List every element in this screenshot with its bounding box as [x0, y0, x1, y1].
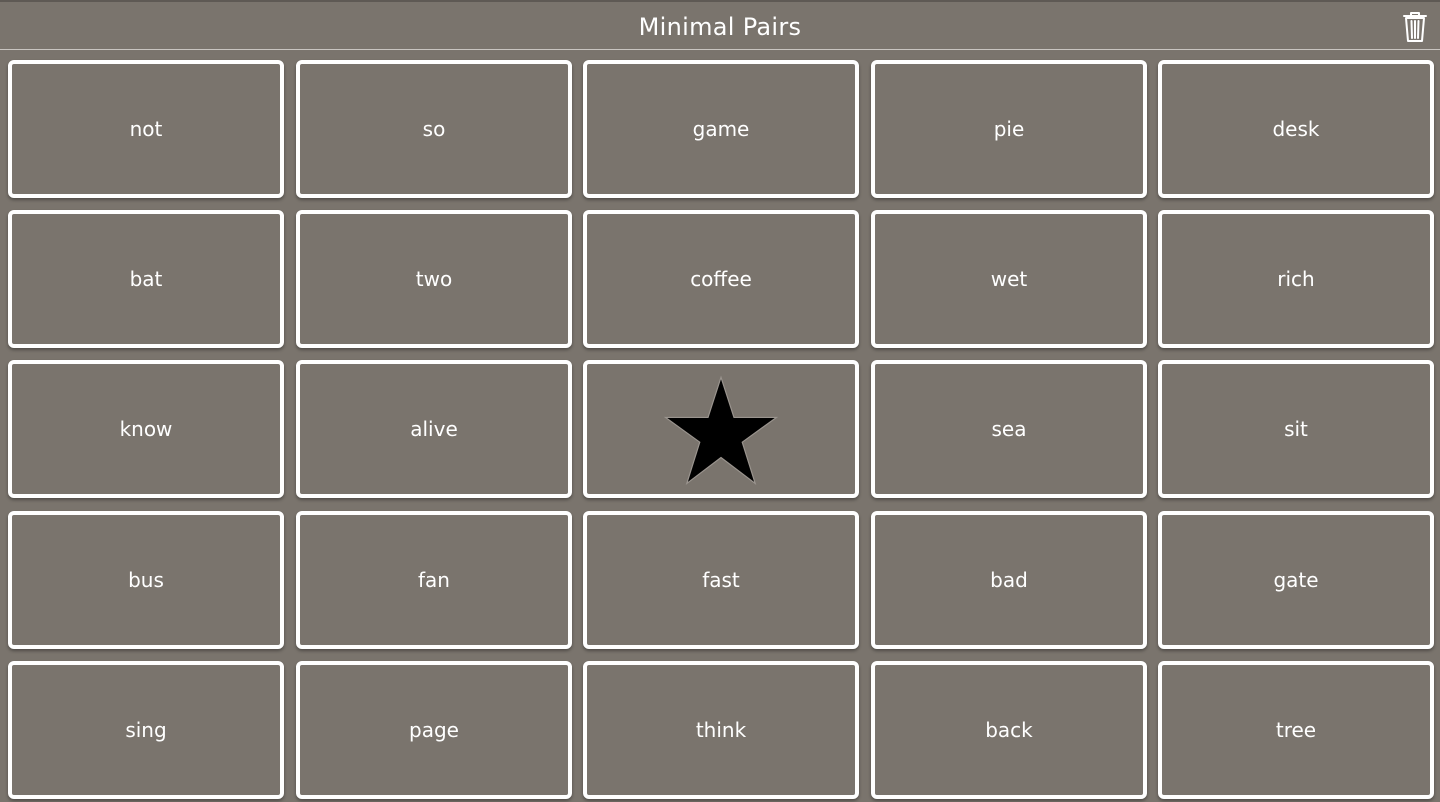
app-header: Minimal Pairs	[0, 0, 1440, 50]
word-tile[interactable]: sit	[1158, 360, 1434, 498]
tile-word: game	[692, 117, 750, 141]
tile-word: fast	[702, 568, 740, 592]
word-tile[interactable]: pie	[871, 60, 1147, 198]
tile-word: sit	[1284, 417, 1308, 441]
star-icon	[663, 375, 779, 486]
word-tile[interactable]: so	[296, 60, 572, 198]
tile-word: wet	[990, 267, 1028, 291]
tile-word: bus	[128, 568, 164, 592]
word-tile[interactable]: desk	[1158, 60, 1434, 198]
word-tile[interactable]: page	[296, 661, 572, 799]
word-tile[interactable]: think	[583, 661, 859, 799]
word-tile[interactable]: two	[296, 210, 572, 348]
word-tile[interactable]: sing	[8, 661, 284, 799]
word-tile[interactable]: gate	[1158, 511, 1434, 649]
tile-word: page	[409, 718, 459, 742]
word-tile[interactable]: fan	[296, 511, 572, 649]
tile-word: sing	[125, 718, 167, 742]
word-tile[interactable]: bus	[8, 511, 284, 649]
tile-word: two	[415, 267, 453, 291]
word-tile[interactable]: tree	[1158, 661, 1434, 799]
tile-word: not	[129, 117, 163, 141]
word-tile[interactable]: not	[8, 60, 284, 198]
word-tile[interactable]: coffee	[583, 210, 859, 348]
tile-word: bat	[129, 267, 163, 291]
word-tile[interactable]: game	[583, 60, 859, 198]
word-tile[interactable]: know	[8, 360, 284, 498]
word-tile[interactable]: sea	[871, 360, 1147, 498]
trash-icon[interactable]	[1402, 11, 1428, 43]
word-tile[interactable]: bat	[8, 210, 284, 348]
tile-word: so	[422, 117, 446, 141]
bingo-board: not so game pie desk bat two coffee wet rich know a…	[8, 60, 1434, 799]
free-space-tile[interactable]	[583, 360, 859, 498]
word-tile[interactable]: fast	[583, 511, 859, 649]
tile-word: gate	[1273, 568, 1319, 592]
word-tile[interactable]: bad	[871, 511, 1147, 649]
tile-word: know	[119, 417, 173, 441]
page-title: Minimal Pairs	[638, 13, 802, 41]
tile-word: fan	[418, 568, 450, 592]
tile-word: tree	[1275, 718, 1317, 742]
tile-word: back	[985, 718, 1033, 742]
tile-word: sea	[991, 417, 1027, 441]
word-tile[interactable]: wet	[871, 210, 1147, 348]
word-tile[interactable]: alive	[296, 360, 572, 498]
tile-word: think	[695, 718, 747, 742]
word-tile[interactable]: rich	[1158, 210, 1434, 348]
tile-word: alive	[410, 417, 458, 441]
tile-word: desk	[1272, 117, 1320, 141]
tile-word: pie	[993, 117, 1025, 141]
tile-word: coffee	[690, 267, 752, 291]
tile-word: rich	[1277, 267, 1315, 291]
word-tile[interactable]: back	[871, 661, 1147, 799]
tile-word: bad	[990, 568, 1028, 592]
